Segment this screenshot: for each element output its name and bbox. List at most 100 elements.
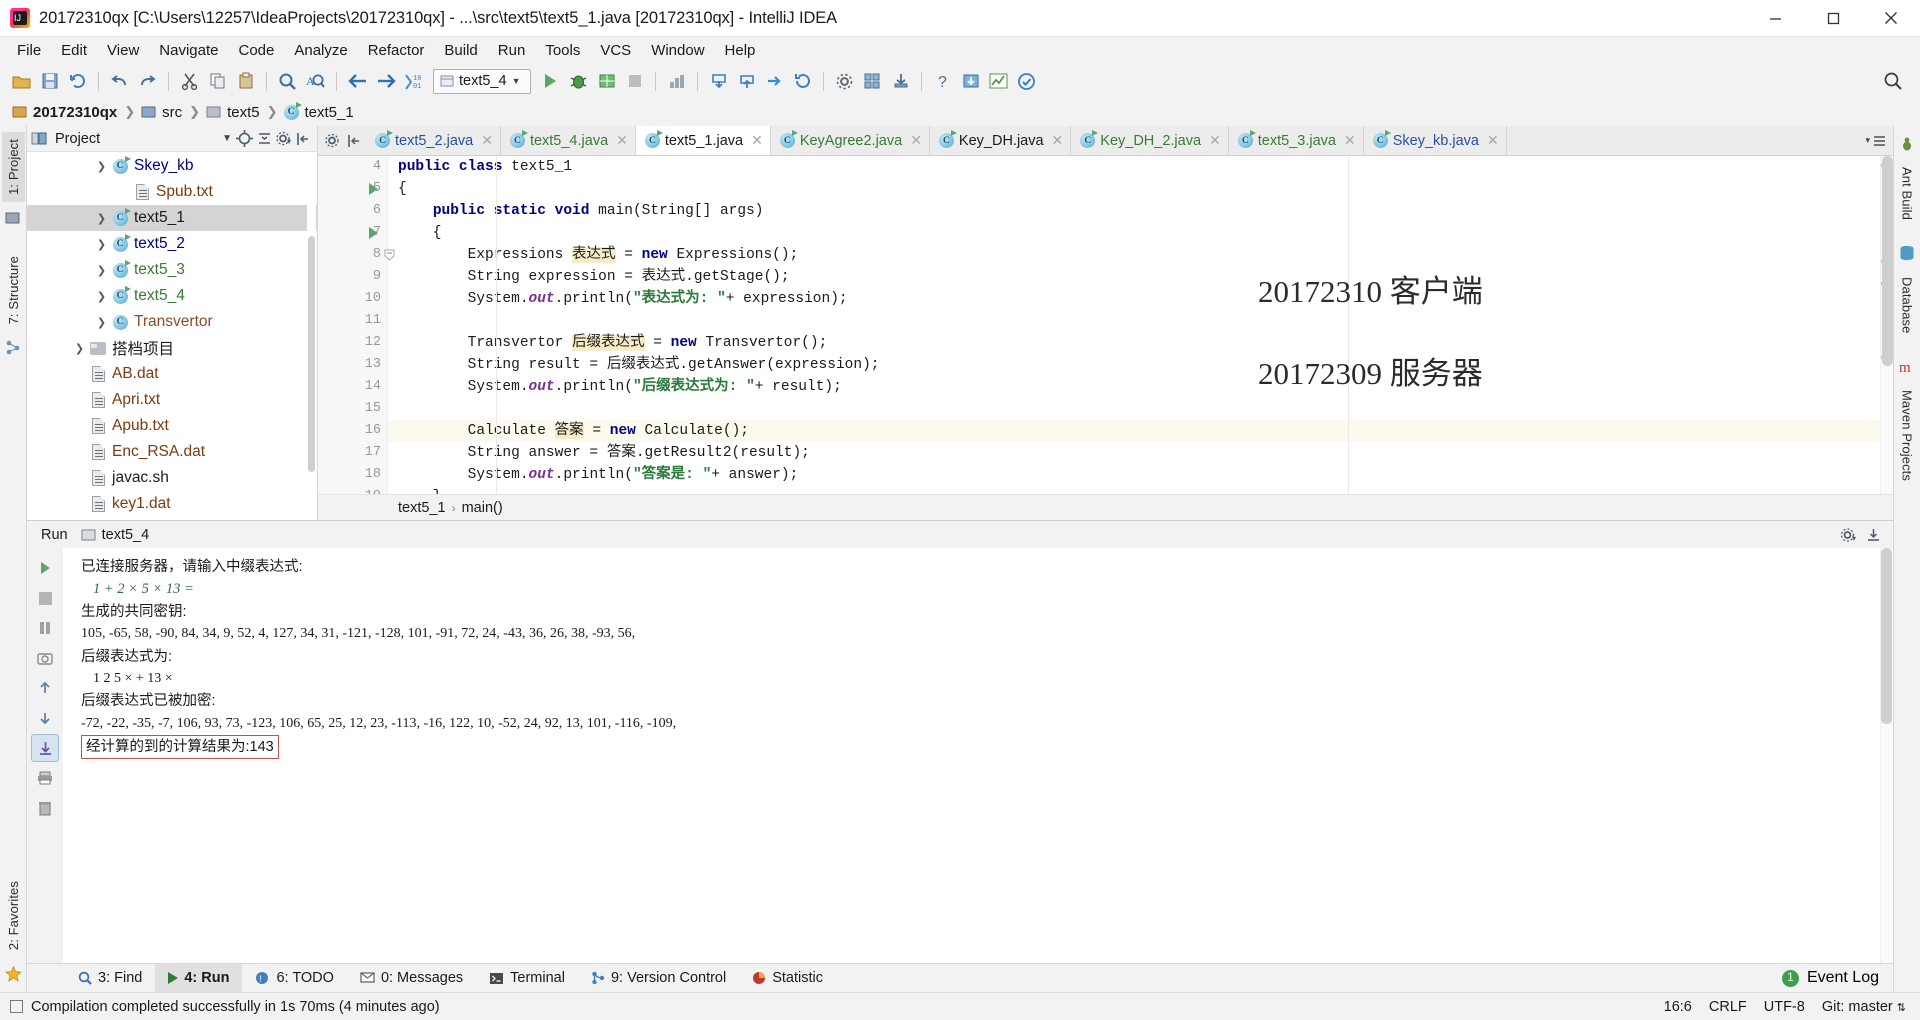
sdk-manager-icon[interactable] (887, 68, 914, 95)
line-number[interactable]: 9 (318, 266, 387, 288)
code-line[interactable]: Transvertor 后缀表达式 = new Transvertor(); (388, 332, 1880, 354)
stop-icon[interactable] (621, 68, 648, 95)
hide-editor-icon[interactable] (347, 134, 361, 148)
cut-icon[interactable] (176, 68, 203, 95)
console-scrollbar-thumb[interactable] (1881, 548, 1892, 724)
favorites-star-icon[interactable] (3, 963, 24, 984)
editor-gutter[interactable]: 4567891011121314151617181920 (318, 156, 394, 494)
line-number[interactable]: 19 (318, 486, 387, 494)
code-line[interactable]: Calculate 答案 = new Calculate(); (388, 420, 1880, 442)
coverage-icon[interactable] (593, 68, 620, 95)
scroll-to-end-button[interactable] (31, 734, 59, 762)
code-editor[interactable]: 4567891011121314151617181920 public clas… (318, 156, 1893, 494)
code-line[interactable]: public static void main(String[] args) (388, 200, 1880, 222)
line-number[interactable]: 11 (318, 310, 387, 332)
line-number[interactable]: 6 (318, 200, 387, 239)
structure-rail-icon[interactable] (3, 337, 24, 358)
tree-node[interactable]: keykb1.dat (27, 517, 317, 520)
menu-file[interactable]: File (7, 40, 51, 61)
code-line[interactable] (388, 310, 1880, 332)
tree-node[interactable]: ❯ C Skey_kb (27, 153, 317, 179)
code-line[interactable]: System.out.println("表达式为: "+ expression)… (388, 288, 1880, 310)
move-up-button[interactable] (31, 674, 59, 702)
tree-node[interactable]: ❯ 搭档项目 (27, 335, 317, 361)
code-text-area[interactable]: public class text5_1{ public static void… (388, 156, 1880, 494)
breadcrumb-package[interactable]: text5 (204, 104, 263, 121)
file-encoding[interactable]: UTF-8 (1764, 999, 1805, 1015)
undo-icon[interactable] (106, 68, 133, 95)
editor-tab[interactable]: Ctext5_1.java ✕ (635, 126, 771, 155)
bottom-tab[interactable]: 4: Run (155, 963, 243, 993)
menu-run[interactable]: Run (488, 40, 536, 61)
tree-node[interactable]: Spub.txt (27, 179, 317, 205)
tree-node[interactable]: Apri.txt (27, 387, 317, 413)
run-window-tab[interactable]: text5_4 (81, 527, 149, 543)
pause-button[interactable] (31, 614, 59, 642)
code-line[interactable]: String answer = 答案.getResult2(result); (388, 442, 1880, 464)
bottom-tab[interactable]: 9: Version Control (578, 964, 739, 993)
run-configuration-selector[interactable]: text5_4 ▼ (433, 68, 531, 94)
forward-icon[interactable] (372, 68, 399, 95)
chevron-right-icon[interactable]: ❯ (93, 290, 110, 303)
chevron-right-icon[interactable]: ❯ (93, 160, 110, 173)
trash-button[interactable] (31, 794, 59, 822)
code-line[interactable]: { (388, 222, 1880, 244)
push-icon[interactable] (761, 68, 788, 95)
print-button[interactable] (31, 764, 59, 792)
database-icon[interactable] (1897, 243, 1918, 264)
menu-vcs[interactable]: VCS (590, 40, 641, 61)
back-icon[interactable] (344, 68, 371, 95)
sync-icon[interactable] (64, 68, 91, 95)
bottom-tab[interactable]: Terminal (476, 964, 578, 993)
minimize-button[interactable] (1746, 0, 1804, 37)
stop-button[interactable] (31, 584, 59, 612)
maximize-button[interactable] (1804, 0, 1862, 37)
right-tab-ant-build[interactable]: Ant Build (1896, 160, 1919, 227)
tree-node[interactable]: AB.dat (27, 361, 317, 387)
editor-tab[interactable]: Ctext5_3.java ✕ (1229, 126, 1364, 155)
close-tab-icon[interactable]: ✕ (1487, 132, 1499, 149)
editor-tab[interactable]: C Key_DH.java ✕ (930, 126, 1072, 155)
close-tab-icon[interactable]: ✕ (1052, 132, 1064, 149)
inspect-icon[interactable] (1013, 68, 1040, 95)
editor-tab[interactable]: C Key_DH_2.java ✕ (1071, 126, 1229, 155)
editor-tab[interactable]: Ctext5_2.java ✕ (366, 126, 501, 155)
editor-tab[interactable]: Ctext5_4.java ✕ (501, 126, 636, 155)
project-tree[interactable]: ❯ C Skey_kb Spub.txt ❯ Ctext5_1 ❯ Ctext5_2 ❯ Ctex… (27, 152, 317, 520)
camera-button[interactable] (31, 644, 59, 672)
gear-icon[interactable] (325, 133, 341, 148)
menu-view[interactable]: View (97, 40, 149, 61)
replace-icon[interactable]: A (302, 68, 329, 95)
code-line[interactable]: } (388, 486, 1880, 494)
collapse-all-icon[interactable] (257, 131, 272, 146)
gear-icon[interactable]: ▾ (1840, 527, 1857, 543)
line-separator[interactable]: CRLF (1709, 999, 1747, 1015)
menu-code[interactable]: Code (228, 40, 284, 61)
tree-node[interactable]: Enc_RSA.dat (27, 439, 317, 465)
tab-list-icon[interactable] (1873, 135, 1886, 147)
breadcrumb-editor-method[interactable]: main() (462, 500, 503, 516)
apply-changes-icon[interactable] (957, 68, 984, 95)
code-line[interactable]: System.out.println("答案是: "+ answer); (388, 464, 1880, 486)
vcs-history-icon[interactable] (789, 68, 816, 95)
line-number[interactable]: 7 (318, 222, 394, 261)
line-number[interactable]: 15 (318, 398, 387, 420)
open-project-icon[interactable] (8, 68, 35, 95)
console-output[interactable]: 已连接服务器，请输入中缀表达式: 1 + 2 × 5 × 13 = 生成的共同密钥:… (63, 548, 1880, 963)
chart-icon[interactable] (985, 68, 1012, 95)
paste-icon[interactable] (232, 68, 259, 95)
chevron-down-icon[interactable]: ▼ (512, 76, 521, 86)
line-number[interactable]: 17 (318, 442, 387, 464)
right-tab-database[interactable]: Database (1896, 270, 1919, 340)
sidebar-tab-project[interactable]: 1: Project (1, 132, 25, 202)
menu-analyze[interactable]: Analyze (284, 40, 357, 61)
update-project-icon[interactable] (705, 68, 732, 95)
menu-help[interactable]: Help (715, 40, 766, 61)
chevron-down-icon[interactable]: ▼ (222, 133, 232, 144)
line-number[interactable]: 5 (318, 178, 387, 200)
locate-target-icon[interactable] (236, 130, 253, 147)
close-tab-icon[interactable]: ✕ (910, 132, 922, 149)
line-number[interactable]: 4 (318, 156, 387, 195)
bottom-tab[interactable]: 3: Find (65, 964, 155, 993)
line-number[interactable]: 14 (318, 376, 387, 398)
